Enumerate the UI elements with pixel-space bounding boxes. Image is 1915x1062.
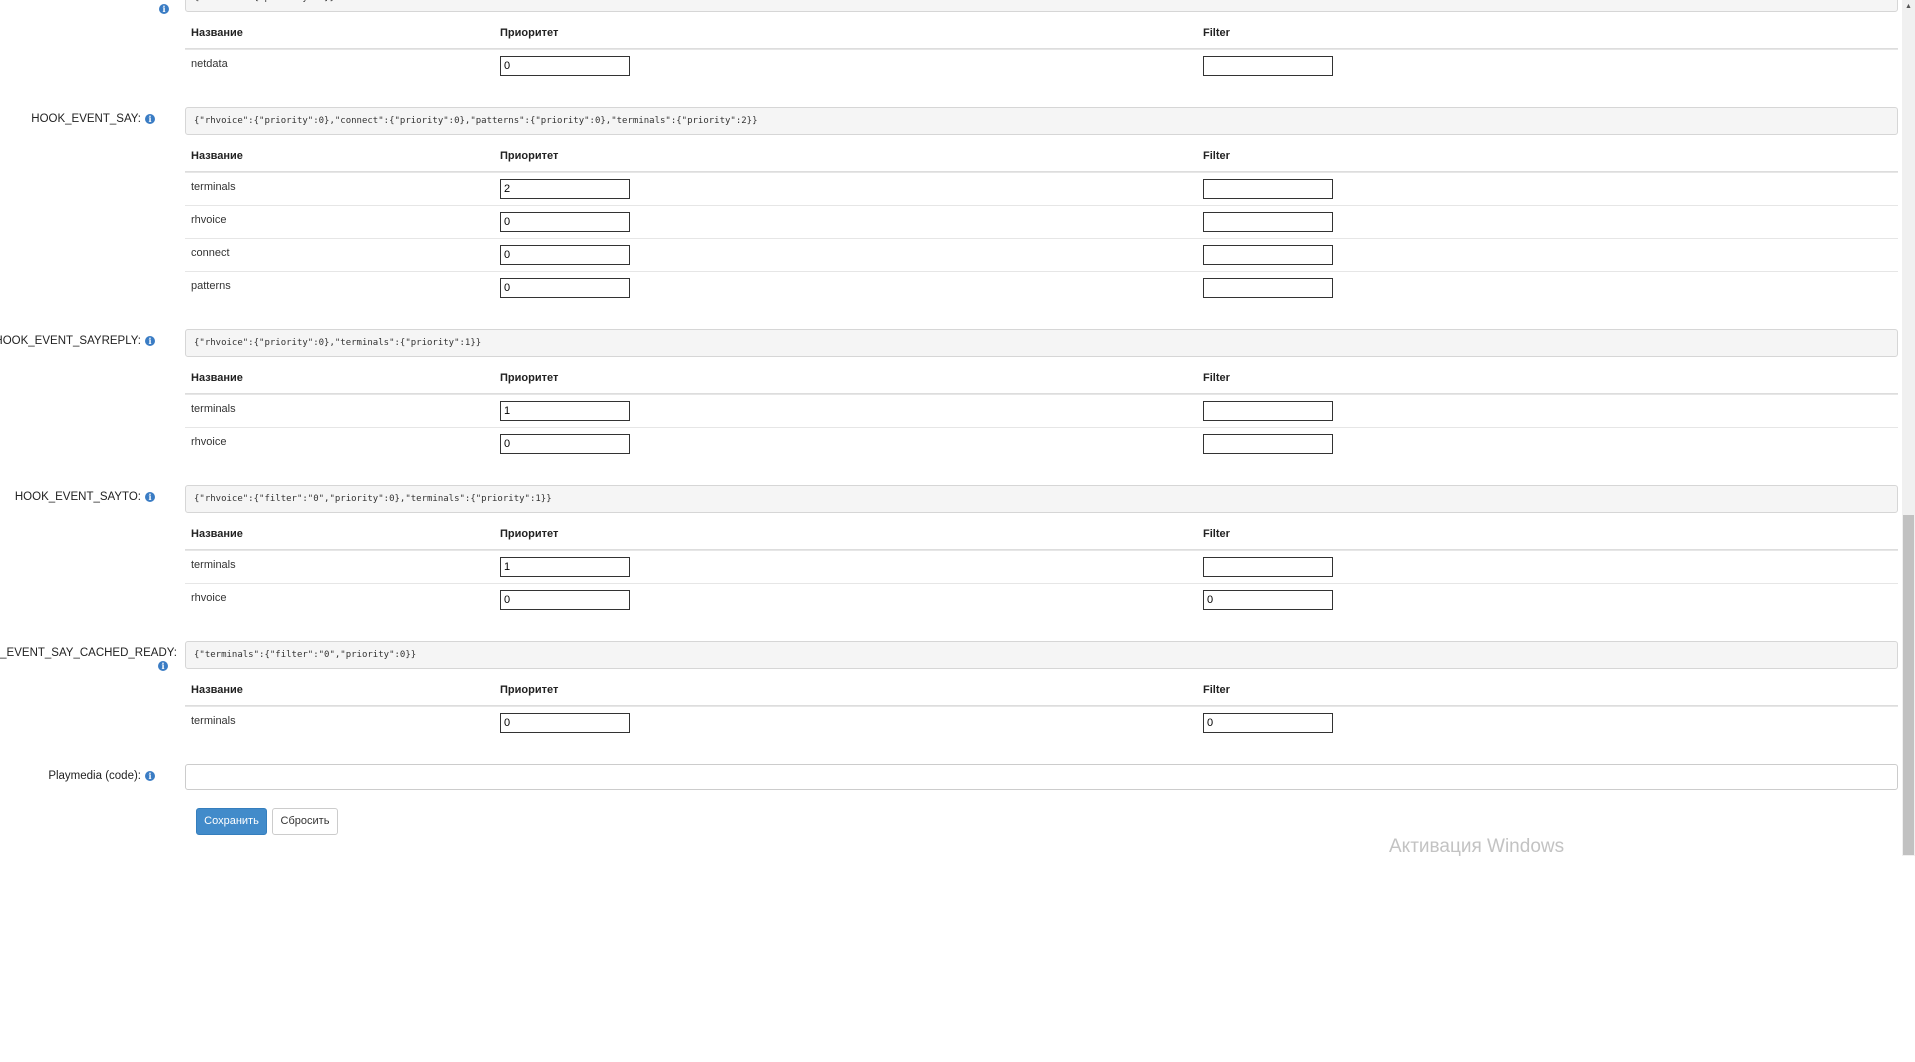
- col-filter-header: Filter: [1203, 528, 1230, 540]
- col-name-header: Название: [191, 372, 243, 384]
- hook-table-netdata: Название Приоритет Filter netdata: [185, 18, 1898, 82]
- col-filter-header: Filter: [1203, 150, 1230, 162]
- filter-input[interactable]: [1203, 434, 1333, 454]
- priority-input[interactable]: [500, 590, 630, 610]
- priority-input[interactable]: [500, 245, 630, 265]
- module-name: terminals: [191, 559, 236, 571]
- hook-json-value: {"terminals":{"filter":"0","priority":0}…: [185, 641, 1898, 669]
- vertical-scrollbar[interactable]: ▲: [1902, 0, 1915, 856]
- priority-input[interactable]: [500, 56, 630, 76]
- table-row: rhvoice: [185, 427, 1898, 460]
- table-header: Название Приоритет Filter: [185, 18, 1898, 49]
- module-name: rhvoice: [191, 436, 227, 448]
- scroll-up-arrow-icon[interactable]: ▲: [1902, 0, 1915, 14]
- priority-input[interactable]: [500, 713, 630, 733]
- module-name: rhvoice: [191, 592, 227, 604]
- filter-input[interactable]: [1203, 278, 1333, 298]
- hook-label-text: HOOK_EVENT_SAY_CACHED_READY:: [0, 647, 177, 659]
- module-name: terminals: [191, 181, 236, 193]
- info-icon[interactable]: i: [145, 491, 155, 502]
- priority-input[interactable]: [500, 278, 630, 298]
- hook-label-sayreply: HOOK_EVENT_SAYREPLY: i: [0, 334, 155, 348]
- playmedia-code-input[interactable]: [185, 764, 1898, 790]
- table-row: terminals: [185, 550, 1898, 583]
- table-row: connect: [185, 238, 1898, 271]
- table-header: Название Приоритет Filter: [185, 675, 1898, 706]
- table-header: Название Приоритет Filter: [185, 363, 1898, 394]
- col-name-header: Название: [191, 150, 243, 162]
- filter-input[interactable]: [1203, 245, 1333, 265]
- save-button[interactable]: Сохранить: [196, 808, 267, 835]
- col-priority-header: Приоритет: [500, 528, 559, 540]
- hook-table-say: Название Приоритет Filter terminals rhvo…: [185, 141, 1898, 304]
- filter-input[interactable]: [1203, 590, 1333, 610]
- col-priority-header: Приоритет: [500, 150, 559, 162]
- hook-label-say: HOOK_EVENT_SAY: i: [31, 112, 155, 126]
- filter-input[interactable]: [1203, 56, 1333, 76]
- module-name: patterns: [191, 280, 231, 292]
- table-row: terminals: [185, 394, 1898, 427]
- info-icon[interactable]: i: [158, 661, 168, 671]
- table-header: Название Приоритет Filter: [185, 141, 1898, 172]
- table-row: netdata: [185, 49, 1898, 82]
- col-filter-header: Filter: [1203, 684, 1230, 696]
- hook-label-text: HOOK_EVENT_SAYTO:: [14, 491, 141, 503]
- table-header: Название Приоритет Filter: [185, 519, 1898, 550]
- playmedia-label: Playmedia (code): i: [48, 769, 155, 783]
- col-name-header: Название: [191, 684, 243, 696]
- filter-input[interactable]: [1203, 401, 1333, 421]
- hook-json-value: {"rhvoice":{"priority":0},"connect":{"pr…: [185, 107, 1898, 135]
- hook-label-text: HOOK_EVENT_SAYREPLY:: [0, 335, 141, 347]
- scrollbar-thumb[interactable]: [1903, 515, 1914, 855]
- col-name-header: Название: [191, 528, 243, 540]
- filter-input[interactable]: [1203, 212, 1333, 232]
- col-priority-header: Приоритет: [500, 372, 559, 384]
- priority-input[interactable]: [500, 557, 630, 577]
- hook-table-sayto: Название Приоритет Filter terminals rhvo…: [185, 519, 1898, 616]
- module-name: terminals: [191, 715, 236, 727]
- table-row: terminals: [185, 706, 1898, 739]
- module-name: connect: [191, 247, 230, 259]
- hook-json-value: {"netdata":{"priority":0}}: [185, 0, 1898, 12]
- filter-input[interactable]: [1203, 713, 1333, 733]
- col-filter-header: Filter: [1203, 372, 1230, 384]
- hook-label-sayto: HOOK_EVENT_SAYTO: i: [15, 490, 155, 504]
- table-row: rhvoice: [185, 205, 1898, 238]
- info-icon[interactable]: i: [159, 4, 169, 14]
- table-row: terminals: [185, 172, 1898, 205]
- col-filter-header: Filter: [1203, 27, 1230, 39]
- table-row: patterns: [185, 271, 1898, 304]
- module-name: rhvoice: [191, 214, 227, 226]
- filter-input[interactable]: [1203, 557, 1333, 577]
- hook-json-value: {"rhvoice":{"priority":0},"terminals":{"…: [185, 329, 1898, 357]
- priority-input[interactable]: [500, 212, 630, 232]
- hook-table-sayreply: Название Приоритет Filter terminals rhvo…: [185, 363, 1898, 460]
- priority-input[interactable]: [500, 434, 630, 454]
- priority-input[interactable]: [500, 179, 630, 199]
- filter-input[interactable]: [1203, 179, 1333, 199]
- info-icon[interactable]: i: [145, 770, 155, 781]
- col-name-header: Название: [191, 27, 243, 39]
- module-name: netdata: [191, 58, 228, 70]
- priority-input[interactable]: [500, 401, 630, 421]
- hook-table-say-cached-ready: Название Приоритет Filter terminals: [185, 675, 1898, 739]
- hook-json-value: {"rhvoice":{"filter":"0","priority":0},"…: [185, 485, 1898, 513]
- playmedia-label-text: Playmedia (code):: [48, 770, 141, 782]
- reset-button[interactable]: Сбросить: [272, 808, 338, 835]
- module-name: terminals: [191, 403, 236, 415]
- windows-activation-watermark: Активация Windows: [1389, 836, 1565, 857]
- info-icon[interactable]: i: [145, 335, 155, 346]
- table-row: rhvoice: [185, 583, 1898, 616]
- col-priority-header: Приоритет: [500, 684, 559, 696]
- info-icon[interactable]: i: [145, 113, 155, 124]
- hook-label-text: HOOK_EVENT_SAY:: [31, 113, 141, 125]
- hook-label-say-cached-ready: HOOK_EVENT_SAY_CACHED_READY:: [0, 646, 177, 660]
- col-priority-header: Приоритет: [500, 27, 559, 39]
